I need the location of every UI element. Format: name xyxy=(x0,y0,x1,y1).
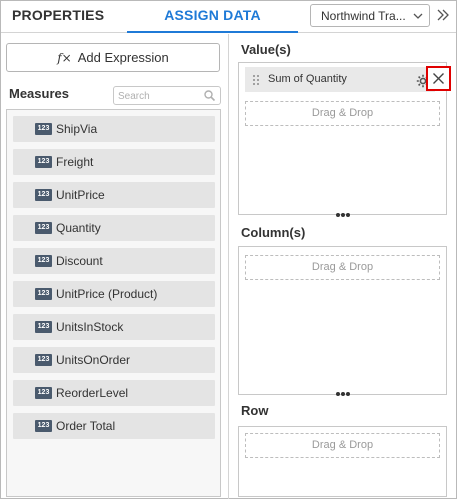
measure-label: UnitPrice (Product) xyxy=(56,287,158,301)
add-expression-label: Add Expression xyxy=(77,50,169,65)
data-wells-panel: Value(s) Sum of Quantity Drag & Drop Col… xyxy=(230,34,456,499)
measure-item-unitsonorder[interactable]: 123 UnitsOnOrder xyxy=(13,347,215,373)
measure-label: Quantity xyxy=(56,221,101,235)
datasource-dropdown[interactable]: Northwind Tra... xyxy=(310,4,430,27)
datasource-selected-value: Northwind Tra... xyxy=(321,9,405,23)
numeric-field-icon: 123 xyxy=(35,123,52,135)
values-drop-zone[interactable]: Drag & Drop xyxy=(245,101,440,126)
columns-well: Drag & Drop xyxy=(238,246,447,395)
measure-search-box[interactable] xyxy=(113,86,221,105)
numeric-field-icon: 123 xyxy=(35,189,52,201)
numeric-field-icon: 123 xyxy=(35,288,52,300)
measure-label: ShipVia xyxy=(56,122,98,136)
measure-label: UnitsInStock xyxy=(56,320,124,334)
measure-item-discount[interactable]: 123 Discount xyxy=(13,248,215,274)
measure-item-unitprice[interactable]: 123 UnitPrice xyxy=(13,182,215,208)
columns-drop-zone[interactable]: Drag & Drop xyxy=(245,255,440,280)
resize-handle-icon[interactable] xyxy=(335,212,351,218)
measure-label: UnitsOnOrder xyxy=(56,353,131,367)
measure-label: UnitPrice xyxy=(56,188,105,202)
measure-label: ReorderLevel xyxy=(56,386,129,400)
measures-list: 123 ShipVia 123 Freight 123 UnitPrice 123 Qu… xyxy=(6,109,221,497)
tab-assign-data[interactable]: ASSIGN DATA xyxy=(127,1,298,33)
measure-item-unitsinstock[interactable]: 123 UnitsInStock xyxy=(13,314,215,340)
row-drop-zone[interactable]: Drag & Drop xyxy=(245,433,440,458)
collapse-panel-icon[interactable] xyxy=(434,6,452,24)
measure-item-quantity[interactable]: 123 Quantity xyxy=(13,215,215,241)
numeric-field-icon: 123 xyxy=(35,255,52,267)
measure-item-reorderlevel[interactable]: 123 ReorderLevel xyxy=(13,380,215,406)
value-field-chip[interactable]: Sum of Quantity xyxy=(245,67,435,92)
numeric-field-icon: 123 xyxy=(35,222,52,234)
values-well: Sum of Quantity Drag & Drop xyxy=(238,62,451,215)
measure-label: Order Total xyxy=(56,419,116,433)
tab-properties[interactable]: PROPERTIES xyxy=(12,1,104,33)
panel-header: PROPERTIES ASSIGN DATA Northwind Tra... xyxy=(1,1,456,33)
columns-heading: Column(s) xyxy=(241,225,306,240)
measure-item-unitprice-product[interactable]: 123 UnitPrice (Product) xyxy=(13,281,215,307)
close-icon xyxy=(433,73,444,84)
add-expression-button[interactable]: f× Add Expression xyxy=(6,43,220,72)
measure-label: Freight xyxy=(56,155,94,169)
chevron-down-icon xyxy=(413,13,423,19)
row-well: Drag & Drop xyxy=(238,426,447,497)
numeric-field-icon: 123 xyxy=(35,156,52,168)
numeric-field-icon: 123 xyxy=(35,354,52,366)
measures-heading: Measures xyxy=(9,86,69,101)
drag-handle-icon[interactable] xyxy=(252,74,260,86)
assign-data-panel: PROPERTIES ASSIGN DATA Northwind Tra... … xyxy=(0,0,457,499)
measure-item-shipvia[interactable]: 123 ShipVia xyxy=(13,116,215,142)
measures-panel: f× Add Expression Measures 123 ShipVia 123… xyxy=(1,34,229,499)
numeric-field-icon: 123 xyxy=(35,321,52,333)
resize-handle-icon[interactable] xyxy=(335,391,351,397)
measure-item-freight[interactable]: 123 Freight xyxy=(13,149,215,175)
numeric-field-icon: 123 xyxy=(35,387,52,399)
values-heading: Value(s) xyxy=(241,42,291,57)
function-icon: f× xyxy=(57,51,72,65)
value-field-label: Sum of Quantity xyxy=(268,73,347,85)
measure-item-order-total[interactable]: 123 Order Total xyxy=(13,413,215,439)
measure-label: Discount xyxy=(56,254,103,268)
search-icon xyxy=(204,90,216,102)
row-heading: Row xyxy=(241,403,269,418)
remove-field-button[interactable] xyxy=(426,66,451,91)
numeric-field-icon: 123 xyxy=(35,420,52,432)
search-input[interactable] xyxy=(118,89,200,103)
